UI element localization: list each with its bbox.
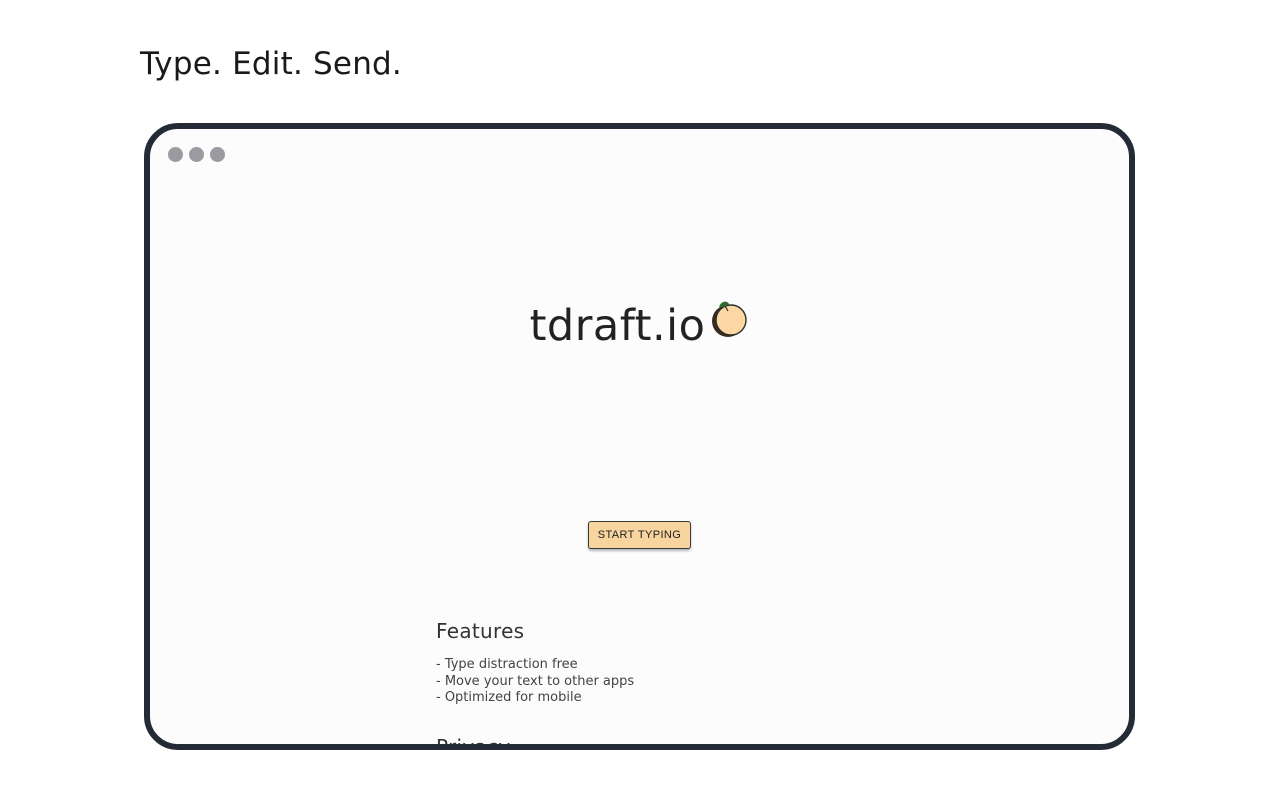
window-dot bbox=[189, 147, 204, 162]
list-item: - Optimized for mobile bbox=[436, 690, 582, 705]
list-item: - Type distraction free bbox=[436, 657, 578, 672]
brand-logo: tdraft.io bbox=[150, 295, 1129, 354]
brand-name: tdraft.io bbox=[529, 300, 706, 351]
peach-icon bbox=[711, 296, 749, 352]
start-typing-button[interactable]: START TYPING bbox=[588, 521, 691, 549]
window-dot bbox=[210, 147, 225, 162]
window-controls bbox=[168, 147, 225, 162]
list-item: - Move your text to other apps bbox=[436, 673, 635, 689]
privacy-heading: Privacy bbox=[436, 735, 511, 750]
features-section: Features - Type distraction free - Move … bbox=[436, 617, 634, 707]
browser-window-frame: tdraft.io START TYPING Features - Type d… bbox=[144, 123, 1135, 750]
features-list: - Type distraction free - Move your text… bbox=[436, 657, 634, 707]
page: Type. Edit. Send. tdraft.io START TYPING… bbox=[0, 0, 1280, 800]
tagline: Type. Edit. Send. bbox=[140, 46, 402, 82]
features-heading: Features bbox=[436, 619, 525, 643]
window-dot bbox=[168, 147, 183, 162]
